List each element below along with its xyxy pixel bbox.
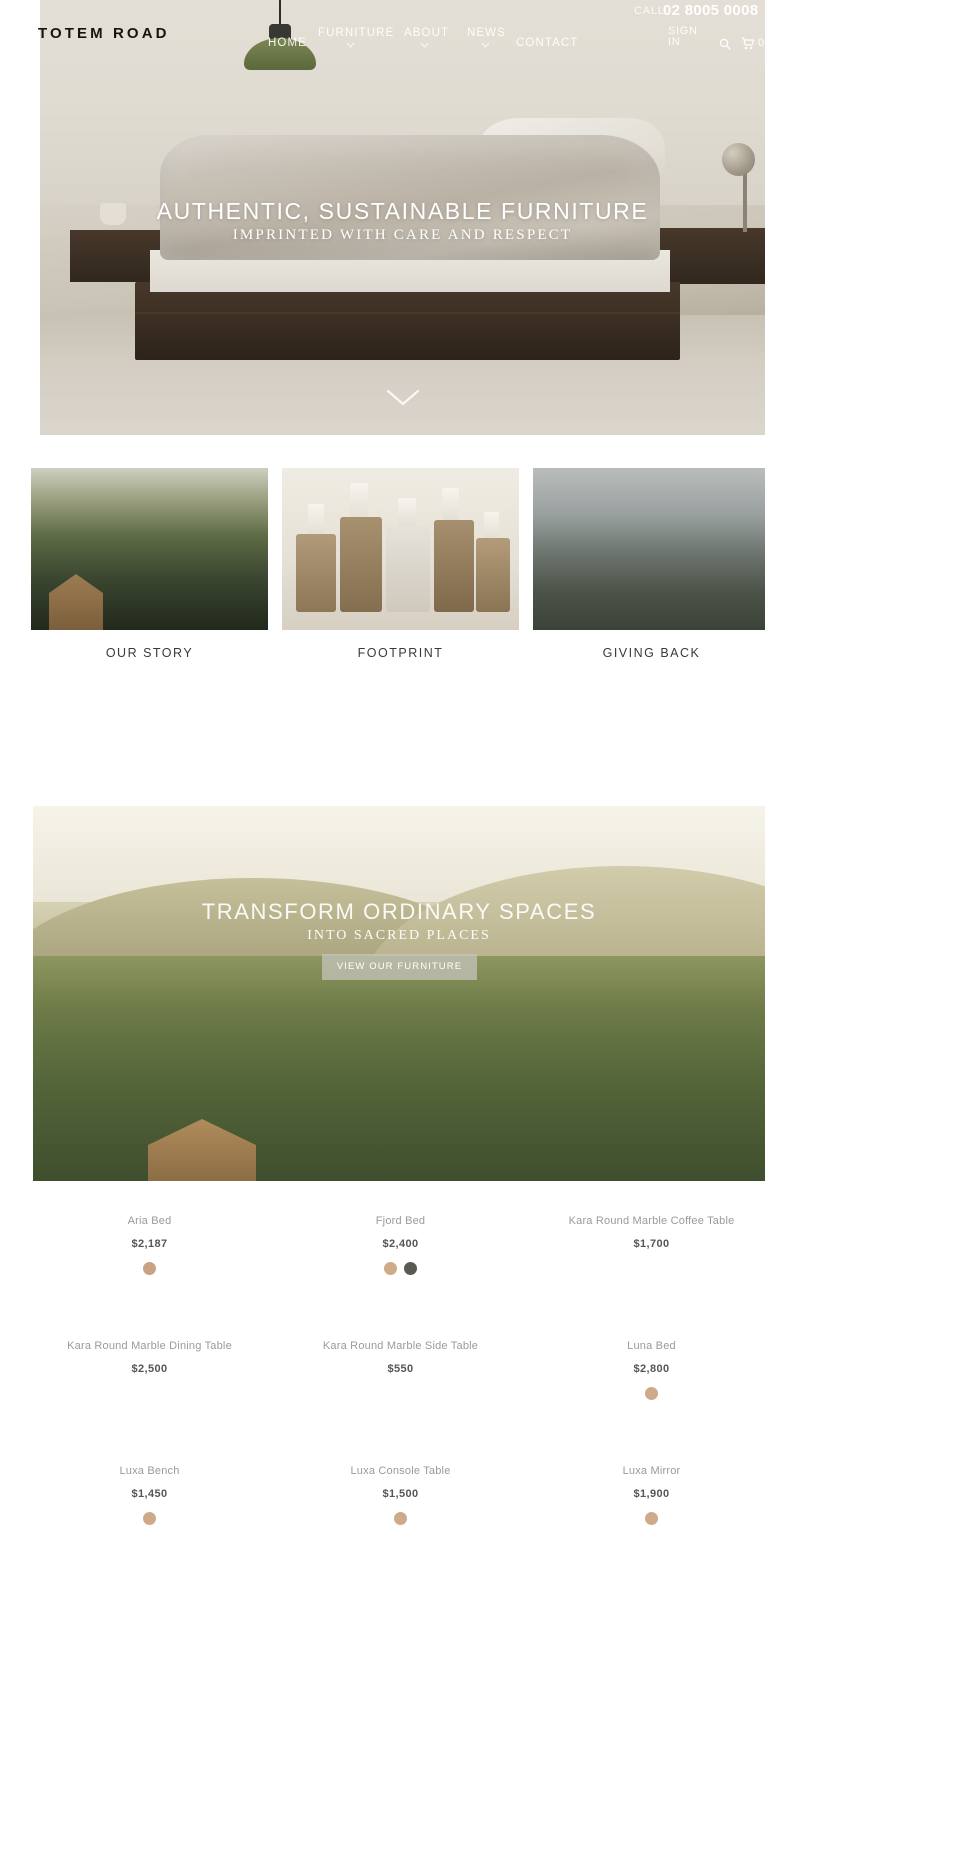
color-swatches[interactable] xyxy=(529,1387,765,1400)
chevron-down-icon-news[interactable] xyxy=(481,42,490,48)
chevron-down-icon-about[interactable] xyxy=(420,42,429,48)
product-name[interactable]: Luna Bed xyxy=(529,1340,765,1352)
banner-tree-canopy xyxy=(33,956,765,1181)
call-label: CALL xyxy=(634,5,665,17)
color-swatch[interactable] xyxy=(645,1512,658,1525)
product-row: Kara Round Marble Dining Table $2,500 Ka… xyxy=(0,1340,765,1465)
promo-subtitle: INTO SACRED PLACES xyxy=(307,928,491,943)
site-header: TOTEM ROAD HOME FURNITURE ABOUT NEWS CON… xyxy=(0,0,765,62)
cart-count: 0 xyxy=(758,37,765,49)
category-tile-giving-back[interactable] xyxy=(533,468,765,630)
product-card[interactable]: Luna Bed $2,800 xyxy=(529,1340,765,1400)
product-price: $1,900 xyxy=(633,1488,670,1500)
color-swatches[interactable] xyxy=(278,1262,523,1275)
product-row: Aria Bed $2,187 Fjord Bed $2,400 Kara Ro… xyxy=(0,1215,765,1340)
product-price: $1,500 xyxy=(382,1488,419,1500)
nav-item-furniture[interactable]: FURNITURE xyxy=(318,27,394,39)
color-swatch[interactable] xyxy=(384,1262,397,1275)
category-tile-footprint[interactable] xyxy=(282,468,519,630)
sign-in-link[interactable]: SIGN IN xyxy=(668,26,702,48)
color-swatch[interactable] xyxy=(143,1262,156,1275)
nav-item-news[interactable]: NEWS xyxy=(467,27,506,39)
product-name[interactable]: Kara Round Marble Dining Table xyxy=(27,1340,272,1352)
page-root: AUTHENTIC, SUSTAINABLE FURNITURE IMPRINT… xyxy=(0,0,960,1875)
wood-log-candles-photo xyxy=(282,468,519,630)
product-name[interactable]: Luxa Mirror xyxy=(529,1465,765,1477)
color-swatches[interactable] xyxy=(529,1512,765,1525)
chevron-down-icon[interactable] xyxy=(386,388,420,408)
color-swatch[interactable] xyxy=(394,1512,407,1525)
product-card[interactable]: Aria Bed $2,187 xyxy=(27,1215,272,1275)
product-grid: Aria Bed $2,187 Fjord Bed $2,400 Kara Ro… xyxy=(0,1215,765,1590)
product-name[interactable]: Kara Round Marble Coffee Table xyxy=(529,1215,765,1227)
category-tiles: OUR STORY FOOTPRINT GIVING BACK xyxy=(0,468,765,668)
category-label-footprint[interactable]: FOOTPRINT xyxy=(282,646,519,660)
product-price: $1,450 xyxy=(131,1488,168,1500)
site-canvas: AUTHENTIC, SUSTAINABLE FURNITURE IMPRINT… xyxy=(0,0,765,1875)
product-price: $2,400 xyxy=(382,1238,419,1250)
search-icon[interactable] xyxy=(719,38,731,50)
product-name[interactable]: Aria Bed xyxy=(27,1215,272,1227)
product-name[interactable]: Luxa Bench xyxy=(27,1465,272,1477)
view-our-furniture-button[interactable]: VIEW OUR FURNITURE xyxy=(322,954,477,980)
product-row: Luxa Bench $1,450 Luxa Console Table $1,… xyxy=(0,1465,765,1590)
product-card[interactable]: Luxa Bench $1,450 xyxy=(27,1465,272,1525)
product-price: $2,187 xyxy=(131,1238,168,1250)
category-label-giving-back[interactable]: GIVING BACK xyxy=(533,646,765,660)
product-card[interactable]: Luxa Mirror $1,900 xyxy=(529,1465,765,1525)
product-card[interactable]: Luxa Console Table $1,500 xyxy=(278,1465,523,1525)
phone-number[interactable]: 02 8005 0008 xyxy=(663,2,758,19)
promo-banner: TRANSFORM ORDINARY SPACES INTO SACRED PL… xyxy=(33,806,765,1181)
color-swatches[interactable] xyxy=(278,1512,523,1525)
nav-item-contact[interactable]: CONTACT xyxy=(516,37,578,49)
product-name[interactable]: Kara Round Marble Side Table xyxy=(278,1340,523,1352)
product-name[interactable]: Luxa Console Table xyxy=(278,1465,523,1477)
hero-subtitle: IMPRINTED WITH CARE AND RESPECT xyxy=(232,227,573,243)
product-name[interactable]: Fjord Bed xyxy=(278,1215,523,1227)
forest-cabin-photo xyxy=(31,468,268,630)
color-swatch[interactable] xyxy=(645,1387,658,1400)
product-card[interactable]: Kara Round Marble Coffee Table $1,700 xyxy=(529,1215,765,1262)
cart-icon[interactable] xyxy=(741,37,755,50)
hero-banner: AUTHENTIC, SUSTAINABLE FURNITURE IMPRINT… xyxy=(40,0,765,435)
product-price: $2,800 xyxy=(633,1363,670,1375)
product-card[interactable]: Fjord Bed $2,400 xyxy=(278,1215,523,1275)
product-price: $2,500 xyxy=(131,1363,168,1375)
nav-item-about[interactable]: ABOUT xyxy=(404,27,449,39)
color-swatches[interactable] xyxy=(27,1512,272,1525)
product-price: $1,700 xyxy=(633,1238,670,1250)
product-card[interactable]: Kara Round Marble Side Table $550 xyxy=(278,1340,523,1387)
category-label-our-story[interactable]: OUR STORY xyxy=(31,646,268,660)
hero-title: AUTHENTIC, SUSTAINABLE FURNITURE xyxy=(156,198,649,224)
category-tile-our-story[interactable] xyxy=(31,468,268,630)
promo-title: TRANSFORM ORDINARY SPACES xyxy=(201,899,597,924)
color-swatch[interactable] xyxy=(143,1512,156,1525)
misty-cliff-photo xyxy=(533,468,765,630)
color-swatch[interactable] xyxy=(404,1262,417,1275)
product-price: $550 xyxy=(387,1363,414,1375)
product-card[interactable]: Kara Round Marble Dining Table $2,500 xyxy=(27,1340,272,1387)
chevron-down-icon-furniture[interactable] xyxy=(346,42,355,48)
color-swatches[interactable] xyxy=(27,1262,272,1275)
nav-item-home[interactable]: HOME xyxy=(268,37,307,49)
